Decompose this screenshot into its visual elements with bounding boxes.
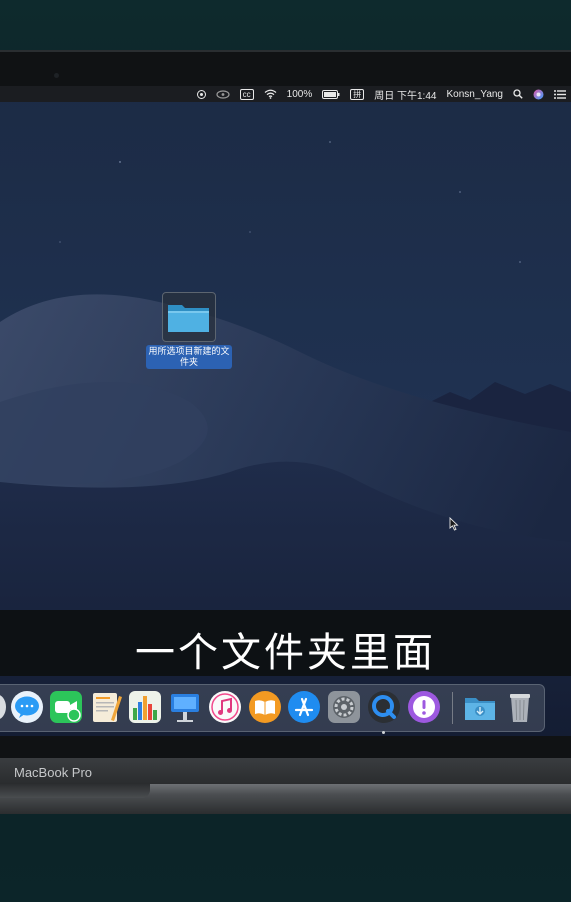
clock[interactable]: 周日 下午1:44 [369, 86, 441, 102]
macbook-pro-label: MacBook Pro [14, 765, 93, 780]
menu-bar: cc 100% 拼 周日 下午1:44 Konsn_Yang [0, 86, 571, 102]
video-subtitle: 一个文件夹里面 [135, 630, 436, 676]
ibooks-icon[interactable] [248, 690, 282, 724]
folder-name-label[interactable]: 用所选项目新建的文件夹 [146, 345, 232, 369]
mouse-cursor-icon [449, 517, 459, 531]
running-indicator [382, 731, 385, 734]
username-menu[interactable]: Konsn_Yang [441, 86, 508, 102]
input-method-indicator[interactable]: 拼 [345, 86, 369, 102]
camera [54, 73, 59, 78]
numbers-icon[interactable] [128, 690, 162, 724]
battery-percent[interactable]: 100% [282, 86, 318, 102]
caption-icon[interactable]: cc [235, 86, 259, 102]
siri-icon[interactable] [528, 86, 549, 102]
battery-icon[interactable] [317, 86, 345, 102]
facetime-icon[interactable] [49, 690, 83, 724]
feedback-assistant-icon[interactable] [407, 690, 441, 724]
screen: cc 100% 拼 周日 下午1:44 Konsn_Yang 用所选项目新建的文… [0, 86, 571, 736]
quicktime-icon[interactable] [367, 690, 401, 724]
laptop-opening-notch [0, 784, 150, 798]
trash-icon[interactable] [503, 690, 537, 724]
itunes-icon[interactable] [208, 690, 242, 724]
messages-icon[interactable] [10, 690, 44, 724]
pages-icon[interactable] [89, 690, 123, 724]
record-status-icon[interactable] [192, 86, 211, 102]
spotlight-search-icon[interactable] [508, 86, 528, 102]
new-folder-icon[interactable] [162, 292, 216, 342]
laptop-bottom-bezel [0, 736, 571, 758]
app-store-icon[interactable] [287, 690, 321, 724]
keynote-icon[interactable] [168, 690, 202, 724]
wifi-icon[interactable] [259, 86, 282, 102]
system-preferences-icon[interactable] [327, 690, 361, 724]
dock-separator [452, 692, 453, 724]
airplay-icon[interactable] [211, 86, 235, 102]
downloads-folder-icon[interactable] [463, 690, 497, 724]
notification-center-icon[interactable] [549, 86, 571, 102]
